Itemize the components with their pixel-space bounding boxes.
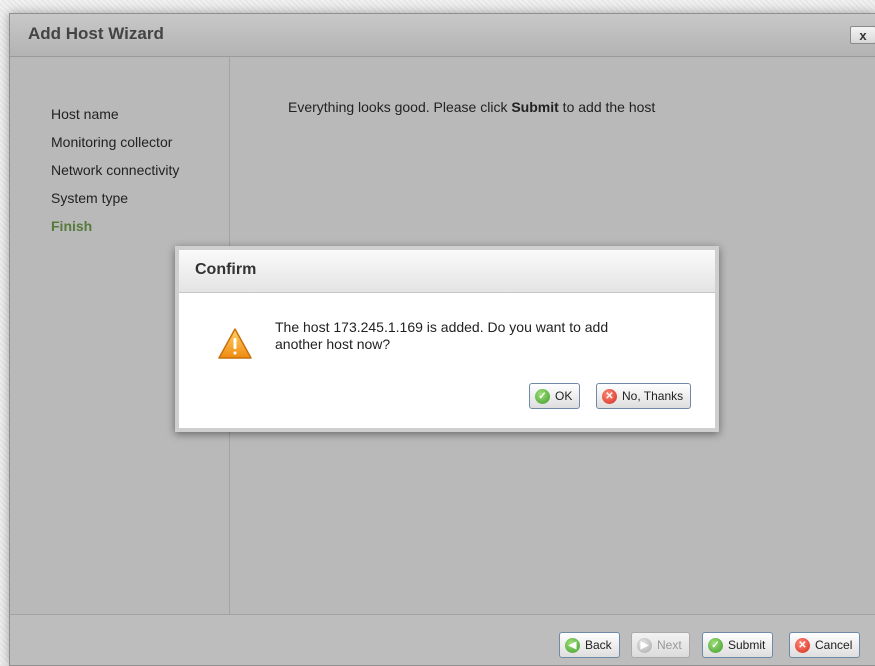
confirm-header: Confirm bbox=[179, 250, 715, 293]
confirm-dialog: Confirm The host 173.245.1.169 is added.… bbox=[175, 246, 719, 432]
finish-message: Everything looks good. Please click Subm… bbox=[288, 99, 655, 115]
next-arrow-icon: ▶ bbox=[637, 637, 652, 653]
confirm-title: Confirm bbox=[195, 261, 257, 278]
ok-button-label: OK bbox=[555, 389, 573, 403]
check-icon: ✓ bbox=[535, 388, 550, 404]
step-finish[interactable]: Finish bbox=[51, 212, 179, 240]
finish-message-post: to add the host bbox=[558, 99, 656, 115]
finish-message-pre: Everything looks good. Please click bbox=[288, 99, 512, 115]
close-button[interactable]: x bbox=[850, 26, 875, 44]
ok-button[interactable]: ✓ OK bbox=[529, 383, 581, 409]
wizard-title: Add Host Wizard bbox=[28, 24, 164, 43]
step-system-type[interactable]: System type bbox=[51, 184, 179, 212]
step-host-name[interactable]: Host name bbox=[51, 100, 179, 128]
next-button[interactable]: ▶ Next bbox=[631, 632, 690, 658]
cancel-button-label: Cancel bbox=[815, 638, 853, 652]
check-icon: ✓ bbox=[708, 637, 723, 653]
next-button-label: Next bbox=[657, 638, 682, 652]
step-network-connectivity[interactable]: Network connectivity bbox=[51, 156, 179, 184]
confirm-message: The host 173.245.1.169 is added. Do you … bbox=[275, 319, 609, 352]
no-thanks-button-label: No, Thanks bbox=[622, 389, 684, 403]
cancel-button[interactable]: ✕ Cancel bbox=[789, 632, 861, 658]
back-button[interactable]: ◀ Back bbox=[559, 632, 620, 658]
back-button-label: Back bbox=[585, 638, 612, 652]
step-monitoring-collector[interactable]: Monitoring collector bbox=[51, 128, 179, 156]
step-list: Host name Monitoring collector Network c… bbox=[51, 100, 179, 240]
no-thanks-button[interactable]: ✕ No, Thanks bbox=[596, 383, 692, 409]
wizard-header: Add Host Wizard x bbox=[10, 14, 875, 57]
x-icon: ✕ bbox=[795, 637, 810, 653]
submit-button[interactable]: ✓ Submit bbox=[702, 632, 774, 658]
warning-icon bbox=[218, 328, 252, 359]
wizard-footer: ◀ Back ▶ Next ✓ Submit ✕ Cancel bbox=[10, 614, 875, 665]
back-arrow-icon: ◀ bbox=[565, 637, 580, 653]
finish-message-submit: Submit bbox=[511, 99, 559, 115]
close-icon: x bbox=[859, 27, 867, 43]
x-icon: ✕ bbox=[602, 388, 617, 404]
submit-button-label: Submit bbox=[728, 638, 766, 652]
